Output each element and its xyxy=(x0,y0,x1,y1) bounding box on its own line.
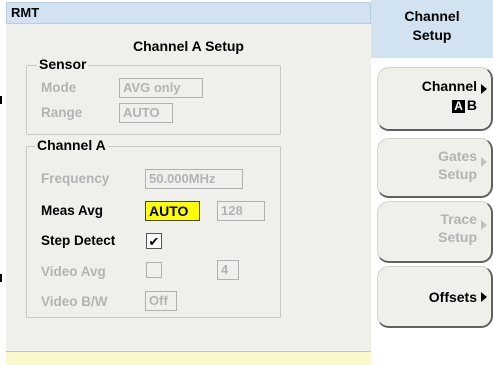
arrow-right-icon xyxy=(481,220,487,230)
step-detect-label: Step Detect xyxy=(41,233,116,248)
range-label: Range xyxy=(41,105,83,120)
softkey-panel: Channel Setup Channel AB Gates Setup Tra… xyxy=(371,0,493,365)
menu-title: Channel Setup xyxy=(371,7,493,45)
meas-avg-label: Meas Avg xyxy=(41,203,104,218)
channel-ab-toggle: AB xyxy=(452,96,477,114)
trace-setup-softkey[interactable]: Trace Setup xyxy=(377,201,493,263)
menu-title-line2: Setup xyxy=(412,27,452,43)
bottom-status-bar xyxy=(6,351,371,365)
channel-softkey-label: Channel xyxy=(421,78,477,94)
meas-avg-count-field: 128 xyxy=(217,201,265,221)
edge-tick-top xyxy=(0,96,2,104)
page-title: Channel A Setup xyxy=(133,38,244,54)
meas-avg-mode-field[interactable]: AUTO xyxy=(145,201,200,221)
channel-b-option: B xyxy=(466,97,477,113)
menu-title-line1: Channel xyxy=(404,8,460,24)
arrow-right-icon xyxy=(481,157,487,167)
sensor-group: Sensor Mode AVG only Range AUTO xyxy=(26,56,281,135)
video-avg-checkbox xyxy=(146,262,162,278)
mode-field: AVG only xyxy=(119,78,203,98)
sensor-legend: Sensor xyxy=(37,56,89,72)
frequency-label: Frequency xyxy=(41,171,110,186)
video-bw-field: Off xyxy=(145,291,177,311)
channel-group: Channel A Frequency 50.000MHz Meas Avg A… xyxy=(26,137,281,318)
video-bw-label: Video B/W xyxy=(41,294,108,309)
offsets-softkey[interactable]: Offsets xyxy=(377,266,493,328)
gates-setup-softkey[interactable]: Gates Setup xyxy=(377,138,493,198)
channel-a-selected: A xyxy=(452,99,465,113)
status-bar: RMT xyxy=(6,2,371,24)
arrow-right-icon xyxy=(481,292,487,302)
gates-label-line2: Setup xyxy=(438,166,477,182)
mode-label: Mode xyxy=(41,80,77,95)
trace-softkey-label: Trace Setup xyxy=(438,210,477,246)
menu-title-bar: Channel Setup xyxy=(371,0,493,58)
checkmark-icon: ✔ xyxy=(148,233,160,249)
video-avg-count-field: 4 xyxy=(217,260,239,280)
trace-label-line2: Setup xyxy=(438,229,477,245)
edge-tick-bottom xyxy=(0,274,2,282)
step-detect-checkbox[interactable]: ✔ xyxy=(146,233,162,249)
channel-legend: Channel A xyxy=(35,137,108,153)
range-field: AUTO xyxy=(119,103,173,123)
frequency-field: 50.000MHz xyxy=(145,169,243,189)
trace-label-line1: Trace xyxy=(440,211,477,227)
offsets-softkey-label: Offsets xyxy=(428,289,477,305)
channel-select-softkey[interactable]: Channel AB xyxy=(377,67,493,131)
remote-indicator: RMT xyxy=(11,5,40,20)
arrow-right-icon xyxy=(481,84,487,94)
video-avg-label: Video Avg xyxy=(41,264,106,279)
gates-softkey-label: Gates Setup xyxy=(438,147,477,183)
main-panel: RMT Channel A Setup Sensor Mode AVG only… xyxy=(6,2,371,365)
gates-label-line1: Gates xyxy=(438,148,477,164)
